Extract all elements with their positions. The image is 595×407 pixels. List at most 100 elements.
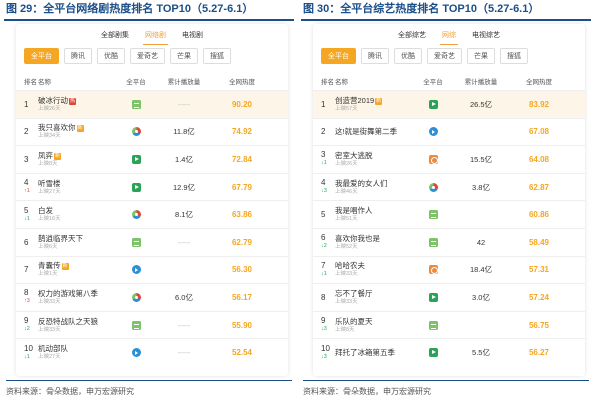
- table-row[interactable]: 7 青囊传新上映1天 56.30: [16, 255, 288, 284]
- rank-cell: 9 ↓2: [16, 316, 38, 334]
- header-rank: 排名: [321, 79, 334, 86]
- show-title[interactable]: 鹊逍临界天下: [38, 234, 83, 243]
- play-count: 15.5亿: [469, 154, 493, 164]
- table-row[interactable]: 9 ↓3 乐队的夏天 上映8天 56.75: [313, 310, 585, 339]
- show-title[interactable]: 创造营2019: [335, 96, 374, 105]
- heat-score: 58.49: [528, 237, 550, 247]
- table-row[interactable]: 5 我是唱作人 上映51天 60.86: [313, 200, 585, 228]
- days-online: 上映33天: [38, 326, 61, 333]
- show-title[interactable]: 喜欢你我也是: [335, 234, 380, 243]
- table-row[interactable]: 1 创造营2019 新上映57天 26.5亿 83.92: [313, 90, 585, 118]
- show-title[interactable]: 我是唱作人: [335, 206, 373, 215]
- show-title[interactable]: 凤弈: [38, 151, 53, 160]
- platform-filter-chip[interactable]: 优酷: [97, 48, 125, 64]
- title-cell: 反恐特战队之天狼 上映33天: [38, 317, 116, 334]
- category-tab[interactable]: 全部剧集: [99, 30, 131, 42]
- table-row[interactable]: 1 破冰行动热上映26天 ----- 90.20: [16, 90, 288, 118]
- title-cell: 听雪楼 上映27天: [38, 179, 116, 196]
- title-cell: 我最爱的女人们 上映46天: [335, 179, 413, 196]
- category-tab[interactable]: 网络剧: [143, 30, 168, 45]
- show-title[interactable]: 拜托了冰箱第五季: [335, 348, 395, 357]
- rank-cell: 7: [16, 265, 38, 274]
- heat-score: 56.17: [231, 292, 253, 302]
- rank-cell: 5 ↓1: [16, 206, 38, 224]
- platform-filter-chip[interactable]: 爱奇艺: [427, 48, 462, 64]
- rank-cell: 4 ↓3: [313, 178, 335, 196]
- platform-filter-chip[interactable]: 腾讯: [64, 48, 92, 64]
- category-tab[interactable]: 电视剧: [180, 30, 205, 42]
- play-count: -----: [177, 99, 191, 109]
- days-online: 上映8天: [38, 160, 58, 167]
- title-cell: 喜欢你我也是 上映52天: [335, 234, 413, 251]
- play-count: 6.0亿: [175, 292, 193, 302]
- platform-filter-chip[interactable]: 全平台: [321, 48, 356, 64]
- platform-filter-chip[interactable]: 腾讯: [361, 48, 389, 64]
- show-title[interactable]: 忘不了餐厅: [335, 289, 373, 298]
- table-row[interactable]: 10 ↓3 拜托了冰箱第五季 5.5亿 56.27: [313, 338, 585, 366]
- rank-change: ↓2: [321, 243, 327, 250]
- show-title[interactable]: 白发: [38, 206, 53, 215]
- category-tab[interactable]: 网综: [440, 30, 458, 45]
- table-row[interactable]: 3 凤弈新上映8天 1.4亿 72.84: [16, 145, 288, 173]
- platform-filter-chip[interactable]: 芒果: [170, 48, 198, 64]
- rank-number: 3: [24, 154, 29, 164]
- show-title[interactable]: 乐队的夏天: [335, 317, 373, 326]
- show-title[interactable]: 这!就是街舞第二季: [335, 127, 397, 136]
- table-row[interactable]: 9 ↓2 反恐特战队之天狼 上映33天 ----- 55.90: [16, 310, 288, 339]
- category-tab[interactable]: 全部综艺: [396, 30, 428, 42]
- rank-cell: 10 ↓1: [16, 344, 38, 362]
- title-cell: 乐队的夏天 上映8天: [335, 317, 413, 334]
- table-row[interactable]: 2 我只喜欢你新上映34天 11.8亿 74.92: [16, 117, 288, 146]
- table-row[interactable]: 2 这!就是街舞第二季 67.08: [313, 117, 585, 146]
- table-row[interactable]: 5 ↓1 白发 上映16天 8.1亿 63.86: [16, 200, 288, 228]
- table-row[interactable]: 6 鹊逍临界天下 上映6天 ----- 62.79: [16, 227, 288, 256]
- rank-number: 8: [24, 288, 29, 298]
- show-title[interactable]: 权力的游戏第八季: [38, 289, 98, 298]
- days-online: 上映33天: [335, 271, 358, 278]
- table-row[interactable]: 6 ↓2 喜欢你我也是 上映52天 42 58.49: [313, 227, 585, 256]
- show-title[interactable]: 反恐特战队之天狼: [38, 317, 98, 326]
- title-cell: 拜托了冰箱第五季: [335, 348, 413, 357]
- heat-score: 63.86: [231, 210, 253, 220]
- title-divider: [4, 19, 294, 21]
- title-cell: 白发 上映16天: [38, 206, 116, 223]
- table-row[interactable]: 8 ↑3 权力的游戏第八季 上映33天 6.0亿 56.17: [16, 283, 288, 311]
- show-title[interactable]: 机动部队: [38, 344, 68, 353]
- show-title[interactable]: 听雪楼: [38, 179, 61, 188]
- show-title[interactable]: 密室大逃脱: [335, 151, 373, 160]
- table-row[interactable]: 10 ↓1 机动部队 上映27天 ----- 52.54: [16, 338, 288, 366]
- platform-filter-chip[interactable]: 全平台: [24, 48, 59, 64]
- platform-filter-chip[interactable]: 爱奇艺: [130, 48, 165, 64]
- table-row[interactable]: 8 忘不了餐厅 上映33天 3.0亿 57.24: [313, 283, 585, 311]
- platform-filter-chip[interactable]: 优酷: [394, 48, 422, 64]
- platform-filter-chip[interactable]: 搜狐: [500, 48, 528, 64]
- table-row[interactable]: 3 ↓1 密室大逃脱 上映26天 15.5亿 64.08: [313, 145, 585, 173]
- table-row[interactable]: 7 ↓1 哈哈农夫 上映33天 18.4亿 57.31: [313, 255, 585, 284]
- platform-filter-chip[interactable]: 搜狐: [203, 48, 231, 64]
- show-title[interactable]: 我只喜欢你: [38, 123, 76, 132]
- rank-cell: 10 ↓3: [313, 344, 335, 362]
- rank-cell: 8: [313, 293, 335, 302]
- table-row[interactable]: 4 ↓3 我最爱的女人们 上映46天 3.8亿 62.87: [313, 172, 585, 201]
- table-row[interactable]: 4 ↑1 听雪楼 上映27天 12.9亿 67.79: [16, 172, 288, 201]
- platform-cell: [413, 154, 453, 164]
- figure-title: 图 30：全平台综艺热度排名 TOP10（5.27-6.1）: [303, 3, 540, 15]
- ranking-card: 全部综艺 网综 电视综艺 全平台 腾讯 优酷 爱奇艺 芒果 搜狐 排名 名称 全平台 累计播放…: [313, 24, 585, 376]
- platform-cell: [116, 210, 156, 220]
- platform-cell: [413, 292, 453, 302]
- play-count: -----: [177, 348, 191, 358]
- platform-filter-chip[interactable]: 芒果: [467, 48, 495, 64]
- iqiyi-icon: [131, 154, 141, 164]
- multi-icon: [131, 127, 141, 137]
- show-title[interactable]: 破冰行动: [38, 96, 68, 105]
- category-tab[interactable]: 电视综艺: [470, 30, 502, 42]
- show-title[interactable]: 我最爱的女人们: [335, 179, 388, 188]
- header-play-count: 累计播放量: [167, 79, 201, 86]
- show-title[interactable]: 青囊传: [38, 261, 61, 270]
- rank-change: ↑1: [24, 188, 30, 195]
- play-count: 18.4亿: [469, 265, 493, 275]
- days-online: 上映46天: [335, 188, 358, 195]
- show-title[interactable]: 哈哈农夫: [335, 261, 365, 270]
- platform-cell: [116, 292, 156, 302]
- days-online: 上映1天: [38, 271, 58, 278]
